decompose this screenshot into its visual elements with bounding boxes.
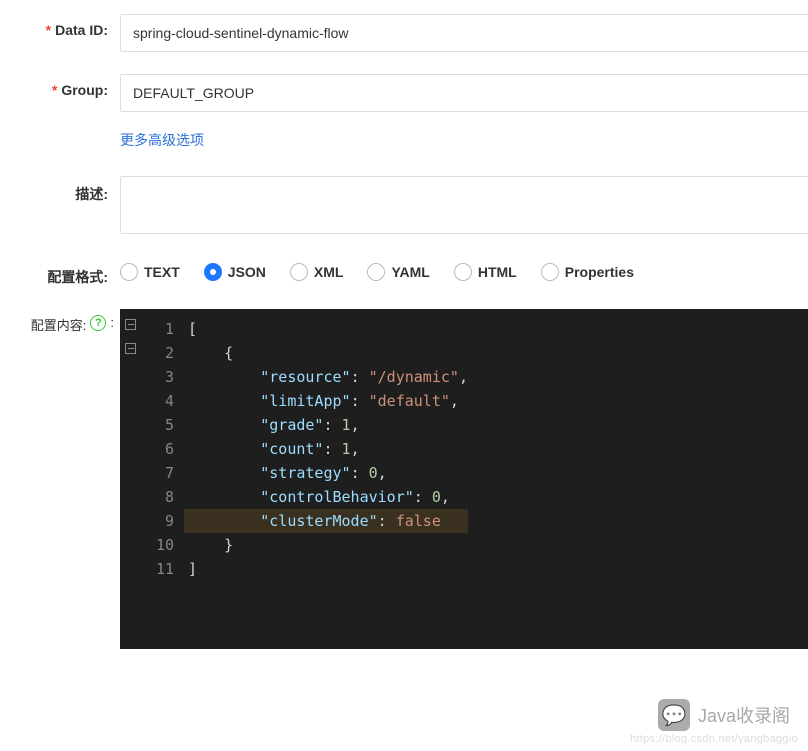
code-line: } bbox=[184, 533, 468, 557]
line-number: 10 bbox=[120, 533, 180, 557]
line-number: 8 bbox=[120, 485, 180, 509]
fold-icon[interactable] bbox=[125, 343, 136, 354]
radio-icon bbox=[454, 263, 472, 281]
data-id-label: *Data ID: bbox=[0, 14, 120, 52]
radio-label: Properties bbox=[565, 264, 634, 280]
code-line: [ bbox=[184, 317, 468, 341]
format-radio-html[interactable]: HTML bbox=[454, 263, 517, 281]
group-input[interactable] bbox=[120, 74, 808, 112]
content-label: 配置内容: ? : bbox=[0, 309, 120, 649]
format-radio-text[interactable]: TEXT bbox=[120, 263, 180, 281]
radio-icon bbox=[290, 263, 308, 281]
code-line: "limitApp": "default", bbox=[184, 389, 468, 413]
format-radio-xml[interactable]: XML bbox=[290, 263, 344, 281]
line-number: 4 bbox=[120, 389, 180, 413]
code-line: "count": 1, bbox=[184, 437, 468, 461]
line-number: 6 bbox=[120, 437, 180, 461]
fold-icon[interactable] bbox=[125, 319, 136, 330]
description-textarea[interactable] bbox=[120, 176, 808, 234]
code-line: "clusterMode": false bbox=[184, 509, 468, 533]
watermark-text: Java收录阁 bbox=[698, 702, 790, 728]
radio-icon bbox=[367, 263, 385, 281]
line-number: 3 bbox=[120, 365, 180, 389]
format-radio-properties[interactable]: Properties bbox=[541, 263, 634, 281]
code-line: ] bbox=[184, 557, 468, 581]
code-line: "grade": 1, bbox=[184, 413, 468, 437]
line-number: 11 bbox=[120, 557, 180, 581]
data-id-input[interactable] bbox=[120, 14, 808, 52]
wechat-icon: 💬 bbox=[658, 699, 690, 731]
line-number: 2 bbox=[120, 341, 180, 365]
radio-label: XML bbox=[314, 264, 344, 280]
group-label: *Group: bbox=[0, 74, 120, 112]
watermark-url: https://blog.csdn.net/yangbaggio bbox=[630, 733, 798, 745]
radio-label: HTML bbox=[478, 264, 517, 280]
radio-icon bbox=[204, 263, 222, 281]
format-radio-yaml[interactable]: YAML bbox=[367, 263, 429, 281]
code-editor[interactable]: 1234567891011 [ { "resource": "/dynamic",… bbox=[120, 309, 808, 649]
format-radio-group: TEXT JSON XML YAML HTML Properties bbox=[120, 259, 808, 281]
line-number: 7 bbox=[120, 461, 180, 485]
line-number: 9 bbox=[120, 509, 180, 533]
help-icon[interactable]: ? bbox=[90, 315, 106, 331]
line-number: 5 bbox=[120, 413, 180, 437]
radio-label: TEXT bbox=[144, 264, 180, 280]
code-line: { bbox=[184, 341, 468, 365]
format-radio-json[interactable]: JSON bbox=[204, 263, 266, 281]
code-line: "strategy": 0, bbox=[184, 461, 468, 485]
code-line: "controlBehavior": 0, bbox=[184, 485, 468, 509]
line-number: 1 bbox=[120, 317, 180, 341]
radio-label: JSON bbox=[228, 264, 266, 280]
watermark: 💬 Java收录阁 bbox=[658, 699, 790, 731]
description-label: 描述: bbox=[0, 176, 120, 237]
radio-icon bbox=[541, 263, 559, 281]
radio-icon bbox=[120, 263, 138, 281]
radio-label: YAML bbox=[391, 264, 429, 280]
more-advanced-link[interactable]: 更多高级选项 bbox=[120, 126, 204, 154]
code-line: "resource": "/dynamic", bbox=[184, 365, 468, 389]
format-label: 配置格式: bbox=[0, 259, 120, 287]
